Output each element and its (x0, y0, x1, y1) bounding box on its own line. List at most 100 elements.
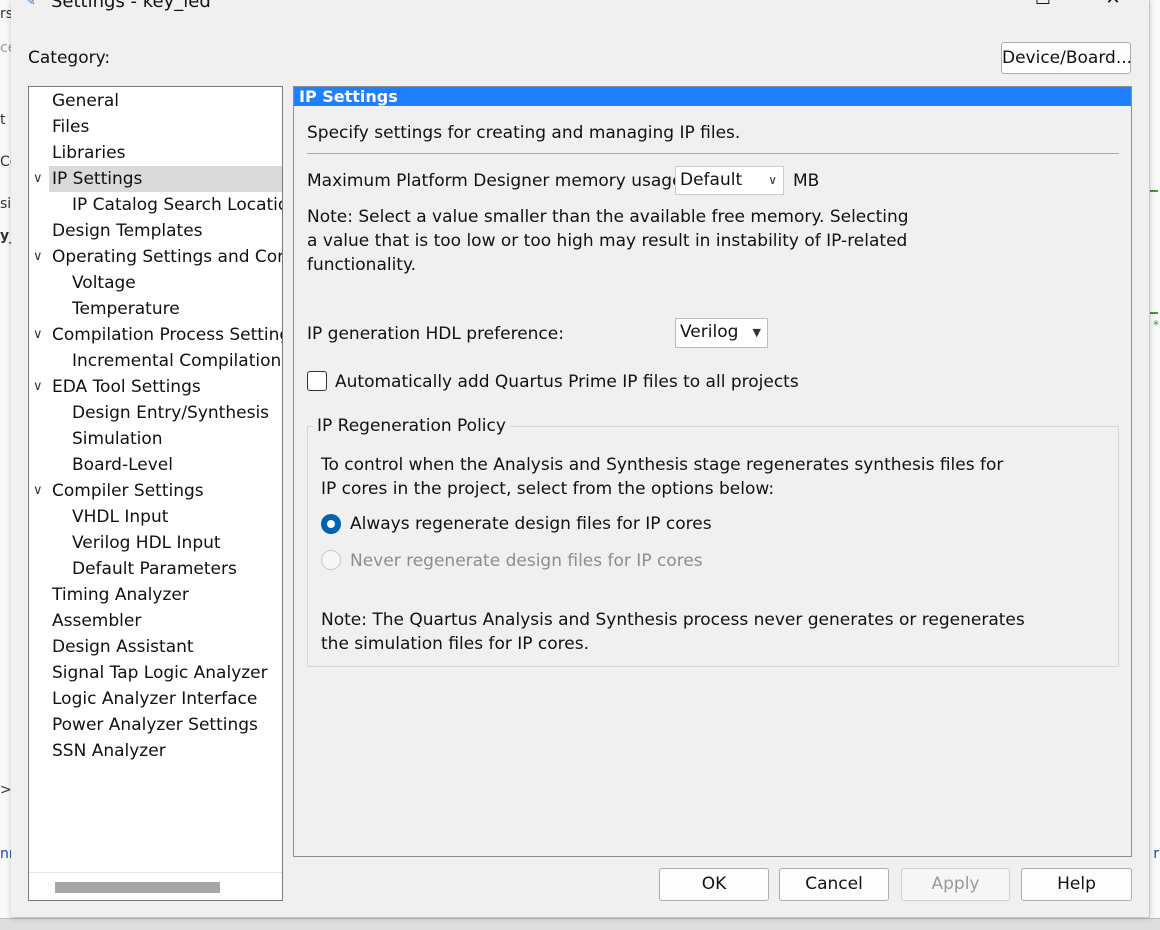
chevron-down-icon[interactable]: ∨ (33, 322, 47, 348)
cancel-button[interactable]: Cancel (779, 868, 889, 901)
ok-button[interactable]: OK (659, 868, 769, 901)
memory-unit: MB (793, 171, 820, 191)
tree-item[interactable]: ∨ IP Settings (29, 166, 282, 192)
tree-item-label: Design Assistant (52, 637, 194, 657)
tree-item[interactable]: ∨ EDA Tool Settings (29, 374, 282, 400)
chevron-down-icon: ∨ (768, 173, 777, 187)
tree-item[interactable]: ∨ Compiler Settings (29, 478, 282, 504)
hdl-preference-label: IP generation HDL preference: (307, 324, 564, 344)
never-regenerate-label[interactable]: Never regenerate design files for IP cor… (350, 551, 703, 571)
tree-item[interactable]: IP Catalog Search Locations (29, 192, 282, 218)
background-text: t (0, 112, 6, 128)
tree-item-label: Timing Analyzer (52, 585, 189, 605)
chevron-down-icon[interactable]: ∨ (33, 166, 47, 192)
hdl-preference-dropdown[interactable]: Verilog ▼ (675, 318, 768, 348)
dropdown-arrow-icon: ▼ (752, 326, 761, 339)
ip-settings-panel: IP Settings Specify settings for creatin… (293, 86, 1132, 857)
background-text: * (1153, 318, 1159, 332)
tree-item[interactable]: Board-Level (29, 452, 282, 478)
tree-item[interactable]: Files (29, 114, 282, 140)
auto-add-ip-label[interactable]: Automatically add Quartus Prime IP files… (335, 372, 799, 392)
background-marker (1150, 312, 1158, 314)
category-label: Category: (28, 48, 111, 68)
regen-note-line: Note: The Quartus Analysis and Synthesis… (321, 610, 1025, 630)
tree-item-label: Design Entry/Synthesis (72, 403, 270, 423)
memory-note-line: functionality. (307, 255, 417, 275)
auto-add-ip-checkbox[interactable] (307, 371, 327, 391)
tree-item-label: General (52, 91, 119, 111)
tree-item-label: Files (52, 117, 90, 137)
tree-item-label: Assembler (52, 611, 142, 631)
minimize-button[interactable]: — (951, 0, 997, 12)
device-board-button[interactable]: Device/Board... (1001, 42, 1132, 74)
memory-usage-label: Maximum Platform Designer memory usage: (307, 171, 689, 191)
tree-item-label: Default Parameters (72, 559, 237, 579)
tree-item[interactable]: Default Parameters (29, 556, 282, 582)
tree-item-label: Incremental Compilation (72, 351, 282, 371)
regen-note-line: the simulation files for IP cores. (321, 634, 590, 654)
memory-usage-value: Default (680, 170, 743, 190)
category-tree[interactable]: General Files Libraries ∨ IP Settings IP Cata… (28, 86, 283, 901)
tree-item[interactable]: ∨ Compilation Process Settings (29, 322, 282, 348)
tree-item[interactable]: VHDL Input (29, 504, 282, 530)
scrollbar-thumb[interactable] (55, 882, 220, 893)
tree-item[interactable]: Design Entry/Synthesis (29, 400, 282, 426)
tree-item[interactable]: Design Templates (29, 218, 282, 244)
tree-item[interactable]: Design Assistant (29, 634, 282, 660)
tree-item-label: IP Settings (52, 169, 143, 189)
apply-button[interactable]: Apply (901, 868, 1010, 901)
tree-item[interactable]: Verilog HDL Input (29, 530, 282, 556)
tree-item-label: Libraries (52, 143, 126, 163)
tree-item[interactable]: ∨Operating Settings and Conditions (29, 244, 282, 270)
tree-item-label: VHDL Input (72, 507, 169, 527)
tree-item[interactable]: Simulation (29, 426, 282, 452)
panel-header: IP Settings (294, 87, 1131, 106)
tree-item[interactable]: SSN Analyzer (29, 738, 282, 764)
tree-item[interactable]: Voltage (29, 270, 282, 296)
title-bar: ✎ Settings - key_led — ☐ ✕ (11, 0, 1149, 14)
regen-description-line: To control when the Analysis and Synthes… (321, 455, 1004, 475)
tree-item[interactable]: Temperature (29, 296, 282, 322)
never-regenerate-radio[interactable] (321, 550, 341, 570)
group-title: IP Regeneration Policy (313, 416, 510, 436)
tree-item-label: Board-Level (72, 455, 173, 475)
app-icon: ✎ (25, 0, 36, 9)
tree-item-label: Operating Settings and Conditions (52, 247, 282, 267)
close-button[interactable]: ✕ (1090, 0, 1136, 12)
divider (307, 153, 1119, 154)
tree-item-label: EDA Tool Settings (52, 377, 201, 397)
background-text: > (0, 782, 12, 798)
chevron-down-icon[interactable]: ∨ (33, 374, 47, 400)
tree-item-label: Simulation (72, 429, 163, 449)
taskbar-edge (0, 918, 1160, 930)
tree-item-label: Power Analyzer Settings (52, 715, 258, 735)
tree-item-label: Compiler Settings (52, 481, 204, 501)
help-button[interactable]: Help (1021, 868, 1132, 901)
memory-usage-combobox[interactable]: Default ∨ (675, 166, 784, 195)
tree-horizontal-scrollbar[interactable] (29, 872, 282, 900)
regen-description-line: IP cores in the project, select from the… (321, 479, 775, 499)
tree-item[interactable]: Signal Tap Logic Analyzer (29, 660, 282, 686)
chevron-down-icon[interactable]: ∨ (33, 244, 47, 270)
tree-item-label: SSN Analyzer (52, 741, 166, 761)
window-title: Settings - key_led (51, 0, 211, 12)
chevron-down-icon[interactable]: ∨ (33, 478, 47, 504)
tree-item-label: Temperature (72, 299, 180, 319)
intro-text: Specify settings for creating and managi… (307, 123, 741, 143)
always-regenerate-radio[interactable] (321, 514, 341, 534)
tree-item[interactable]: Power Analyzer Settings (29, 712, 282, 738)
hdl-preference-value: Verilog (680, 322, 739, 342)
tree-item[interactable]: Logic Analyzer Interface (29, 686, 282, 712)
tree-item-label: Signal Tap Logic Analyzer (52, 663, 268, 683)
memory-note-line: a value that is too low or too high may … (307, 231, 908, 251)
tree-item[interactable]: Libraries (29, 140, 282, 166)
tree-item[interactable]: Timing Analyzer (29, 582, 282, 608)
tree-item[interactable]: Assembler (29, 608, 282, 634)
tree-item-label: Voltage (72, 273, 136, 293)
tree-item[interactable]: General (29, 88, 282, 114)
always-regenerate-label[interactable]: Always regenerate design files for IP co… (350, 514, 712, 534)
tree-item-label: Compilation Process Settings (52, 325, 283, 345)
maximize-button[interactable]: ☐ (1020, 0, 1066, 12)
tree-item[interactable]: Incremental Compilation (29, 348, 282, 374)
settings-dialog: ✎ Settings - key_led — ☐ ✕ Category: Dev… (11, 0, 1150, 918)
